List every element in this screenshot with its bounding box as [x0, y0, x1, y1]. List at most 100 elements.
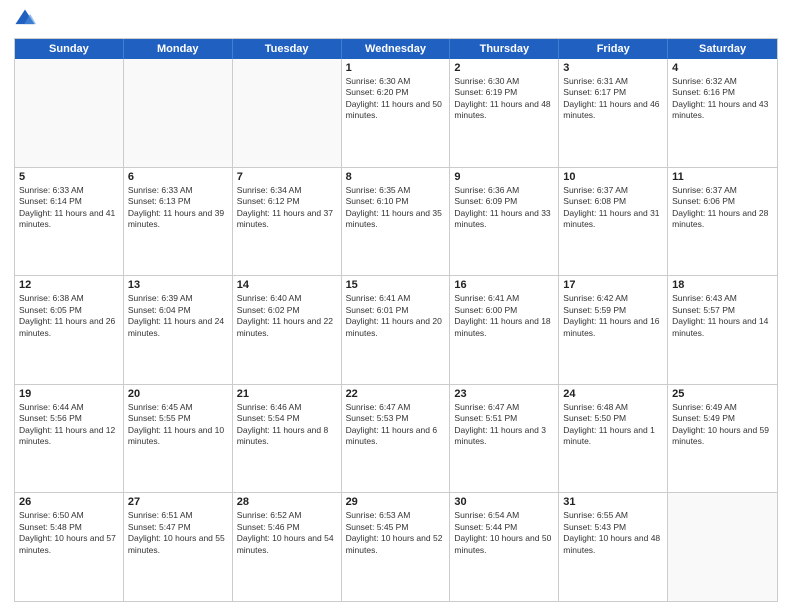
- day-cell-23: 23 Sunrise: 6:47 AM Sunset: 5:51 PM Dayli…: [450, 385, 559, 493]
- day-number: 13: [128, 279, 228, 291]
- cell-info: Sunrise: 6:36 AM Sunset: 6:09 PM Dayligh…: [454, 185, 554, 231]
- day-number: 12: [19, 279, 119, 291]
- day-number: 28: [237, 496, 337, 508]
- day-number: 23: [454, 388, 554, 400]
- day-number: 18: [672, 279, 773, 291]
- day-number: 6: [128, 171, 228, 183]
- logo: [14, 10, 38, 30]
- day-number: 4: [672, 62, 773, 74]
- header-day-monday: Monday: [124, 39, 233, 59]
- calendar-body: 1 Sunrise: 6:30 AM Sunset: 6:20 PM Daylig…: [15, 59, 777, 601]
- day-cell-17: 17 Sunrise: 6:42 AM Sunset: 5:59 PM Dayli…: [559, 276, 668, 384]
- cell-info: Sunrise: 6:34 AM Sunset: 6:12 PM Dayligh…: [237, 185, 337, 231]
- cell-info: Sunrise: 6:41 AM Sunset: 6:01 PM Dayligh…: [346, 293, 446, 339]
- cell-info: Sunrise: 6:53 AM Sunset: 5:45 PM Dayligh…: [346, 510, 446, 556]
- page: SundayMondayTuesdayWednesdayThursdayFrid…: [0, 0, 792, 612]
- day-cell-8: 8 Sunrise: 6:35 AM Sunset: 6:10 PM Daylig…: [342, 168, 451, 276]
- day-cell-22: 22Sunrise: 6:47 AM Sunset: 5:53 PM Dayli…: [342, 385, 451, 493]
- day-cell-30: 30 Sunrise: 6:54 AM Sunset: 5:44 PM Dayli…: [450, 493, 559, 601]
- cell-info: Sunrise: 6:49 AM Sunset: 5:49 PM Dayligh…: [672, 402, 773, 448]
- empty-cell-4-6: [668, 493, 777, 601]
- day-number: 24: [563, 388, 663, 400]
- empty-cell-0-2: [233, 59, 342, 167]
- week-row-5: 26 Sunrise: 6:50 AM Sunset: 5:48 PM Dayli…: [15, 493, 777, 601]
- day-cell-14: 14 Sunrise: 6:40 AM Sunset: 6:02 PM Dayli…: [233, 276, 342, 384]
- day-number: 25: [672, 388, 773, 400]
- day-cell-1: 1 Sunrise: 6:30 AM Sunset: 6:20 PM Daylig…: [342, 59, 451, 167]
- header-day-wednesday: Wednesday: [342, 39, 451, 59]
- day-cell-19: 19Sunrise: 6:44 AM Sunset: 5:56 PM Dayli…: [15, 385, 124, 493]
- cell-info: Sunrise: 6:48 AM Sunset: 5:50 PM Dayligh…: [563, 402, 663, 448]
- header-day-tuesday: Tuesday: [233, 39, 342, 59]
- cell-info: Sunrise: 6:37 AM Sunset: 6:06 PM Dayligh…: [672, 185, 773, 231]
- cell-info: Sunrise: 6:37 AM Sunset: 6:08 PM Dayligh…: [563, 185, 663, 231]
- day-number: 21: [237, 388, 337, 400]
- cell-info: Sunrise: 6:40 AM Sunset: 6:02 PM Dayligh…: [237, 293, 337, 339]
- day-number: 16: [454, 279, 554, 291]
- cell-info: Sunrise: 6:42 AM Sunset: 5:59 PM Dayligh…: [563, 293, 663, 339]
- day-cell-9: 9 Sunrise: 6:36 AM Sunset: 6:09 PM Daylig…: [450, 168, 559, 276]
- day-number: 26: [19, 496, 119, 508]
- week-row-4: 19Sunrise: 6:44 AM Sunset: 5:56 PM Dayli…: [15, 385, 777, 494]
- day-number: 5: [19, 171, 119, 183]
- cell-info: Sunrise: 6:50 AM Sunset: 5:48 PM Dayligh…: [19, 510, 119, 556]
- day-cell-5: 5 Sunrise: 6:33 AM Sunset: 6:14 PM Daylig…: [15, 168, 124, 276]
- header-day-thursday: Thursday: [450, 39, 559, 59]
- cell-info: Sunrise: 6:31 AM Sunset: 6:17 PM Dayligh…: [563, 76, 663, 122]
- day-number: 8: [346, 171, 446, 183]
- calendar-header: SundayMondayTuesdayWednesdayThursdayFrid…: [15, 39, 777, 59]
- day-number: 1: [346, 62, 446, 74]
- cell-info: Sunrise: 6:32 AM Sunset: 6:16 PM Dayligh…: [672, 76, 773, 122]
- day-cell-10: 10 Sunrise: 6:37 AM Sunset: 6:08 PM Dayli…: [559, 168, 668, 276]
- day-cell-12: 12 Sunrise: 6:38 AM Sunset: 6:05 PM Dayli…: [15, 276, 124, 384]
- day-cell-4: 4 Sunrise: 6:32 AM Sunset: 6:16 PM Daylig…: [668, 59, 777, 167]
- week-row-3: 12 Sunrise: 6:38 AM Sunset: 6:05 PM Dayli…: [15, 276, 777, 385]
- day-number: 14: [237, 279, 337, 291]
- cell-info: Sunrise: 6:51 AM Sunset: 5:47 PM Dayligh…: [128, 510, 228, 556]
- day-number: 11: [672, 171, 773, 183]
- day-cell-20: 20 Sunrise: 6:45 AM Sunset: 5:55 PM Dayli…: [124, 385, 233, 493]
- day-number: 31: [563, 496, 663, 508]
- day-cell-3: 3Sunrise: 6:31 AM Sunset: 6:17 PM Daylig…: [559, 59, 668, 167]
- day-number: 17: [563, 279, 663, 291]
- day-cell-13: 13 Sunrise: 6:39 AM Sunset: 6:04 PM Dayli…: [124, 276, 233, 384]
- day-number: 27: [128, 496, 228, 508]
- day-number: 29: [346, 496, 446, 508]
- day-cell-6: 6 Sunrise: 6:33 AM Sunset: 6:13 PM Daylig…: [124, 168, 233, 276]
- header-day-friday: Friday: [559, 39, 668, 59]
- day-number: 10: [563, 171, 663, 183]
- week-row-2: 5 Sunrise: 6:33 AM Sunset: 6:14 PM Daylig…: [15, 168, 777, 277]
- day-cell-31: 31Sunrise: 6:55 AM Sunset: 5:43 PM Dayli…: [559, 493, 668, 601]
- cell-info: Sunrise: 6:38 AM Sunset: 6:05 PM Dayligh…: [19, 293, 119, 339]
- day-cell-29: 29 Sunrise: 6:53 AM Sunset: 5:45 PM Dayli…: [342, 493, 451, 601]
- empty-cell-0-0: [15, 59, 124, 167]
- empty-cell-0-1: [124, 59, 233, 167]
- cell-info: Sunrise: 6:33 AM Sunset: 6:13 PM Dayligh…: [128, 185, 228, 231]
- cell-info: Sunrise: 6:45 AM Sunset: 5:55 PM Dayligh…: [128, 402, 228, 448]
- header-day-saturday: Saturday: [668, 39, 777, 59]
- cell-info: Sunrise: 6:30 AM Sunset: 6:19 PM Dayligh…: [454, 76, 554, 122]
- cell-info: Sunrise: 6:41 AM Sunset: 6:00 PM Dayligh…: [454, 293, 554, 339]
- cell-info: Sunrise: 6:46 AM Sunset: 5:54 PM Dayligh…: [237, 402, 337, 448]
- day-number: 15: [346, 279, 446, 291]
- calendar: SundayMondayTuesdayWednesdayThursdayFrid…: [14, 38, 778, 602]
- day-cell-7: 7Sunrise: 6:34 AM Sunset: 6:12 PM Daylig…: [233, 168, 342, 276]
- cell-info: Sunrise: 6:54 AM Sunset: 5:44 PM Dayligh…: [454, 510, 554, 556]
- cell-info: Sunrise: 6:35 AM Sunset: 6:10 PM Dayligh…: [346, 185, 446, 231]
- day-cell-15: 15 Sunrise: 6:41 AM Sunset: 6:01 PM Dayli…: [342, 276, 451, 384]
- day-number: 9: [454, 171, 554, 183]
- cell-info: Sunrise: 6:52 AM Sunset: 5:46 PM Dayligh…: [237, 510, 337, 556]
- logo-icon: [14, 8, 36, 30]
- week-row-1: 1 Sunrise: 6:30 AM Sunset: 6:20 PM Daylig…: [15, 59, 777, 168]
- cell-info: Sunrise: 6:33 AM Sunset: 6:14 PM Dayligh…: [19, 185, 119, 231]
- cell-info: Sunrise: 6:47 AM Sunset: 5:51 PM Dayligh…: [454, 402, 554, 448]
- cell-info: Sunrise: 6:30 AM Sunset: 6:20 PM Dayligh…: [346, 76, 446, 122]
- day-cell-16: 16 Sunrise: 6:41 AM Sunset: 6:00 PM Dayli…: [450, 276, 559, 384]
- day-cell-18: 18Sunrise: 6:43 AM Sunset: 5:57 PM Dayli…: [668, 276, 777, 384]
- cell-info: Sunrise: 6:39 AM Sunset: 6:04 PM Dayligh…: [128, 293, 228, 339]
- header: [14, 10, 778, 30]
- day-number: 30: [454, 496, 554, 508]
- day-cell-28: 28 Sunrise: 6:52 AM Sunset: 5:46 PM Dayli…: [233, 493, 342, 601]
- day-cell-2: 2Sunrise: 6:30 AM Sunset: 6:19 PM Daylig…: [450, 59, 559, 167]
- day-number: 20: [128, 388, 228, 400]
